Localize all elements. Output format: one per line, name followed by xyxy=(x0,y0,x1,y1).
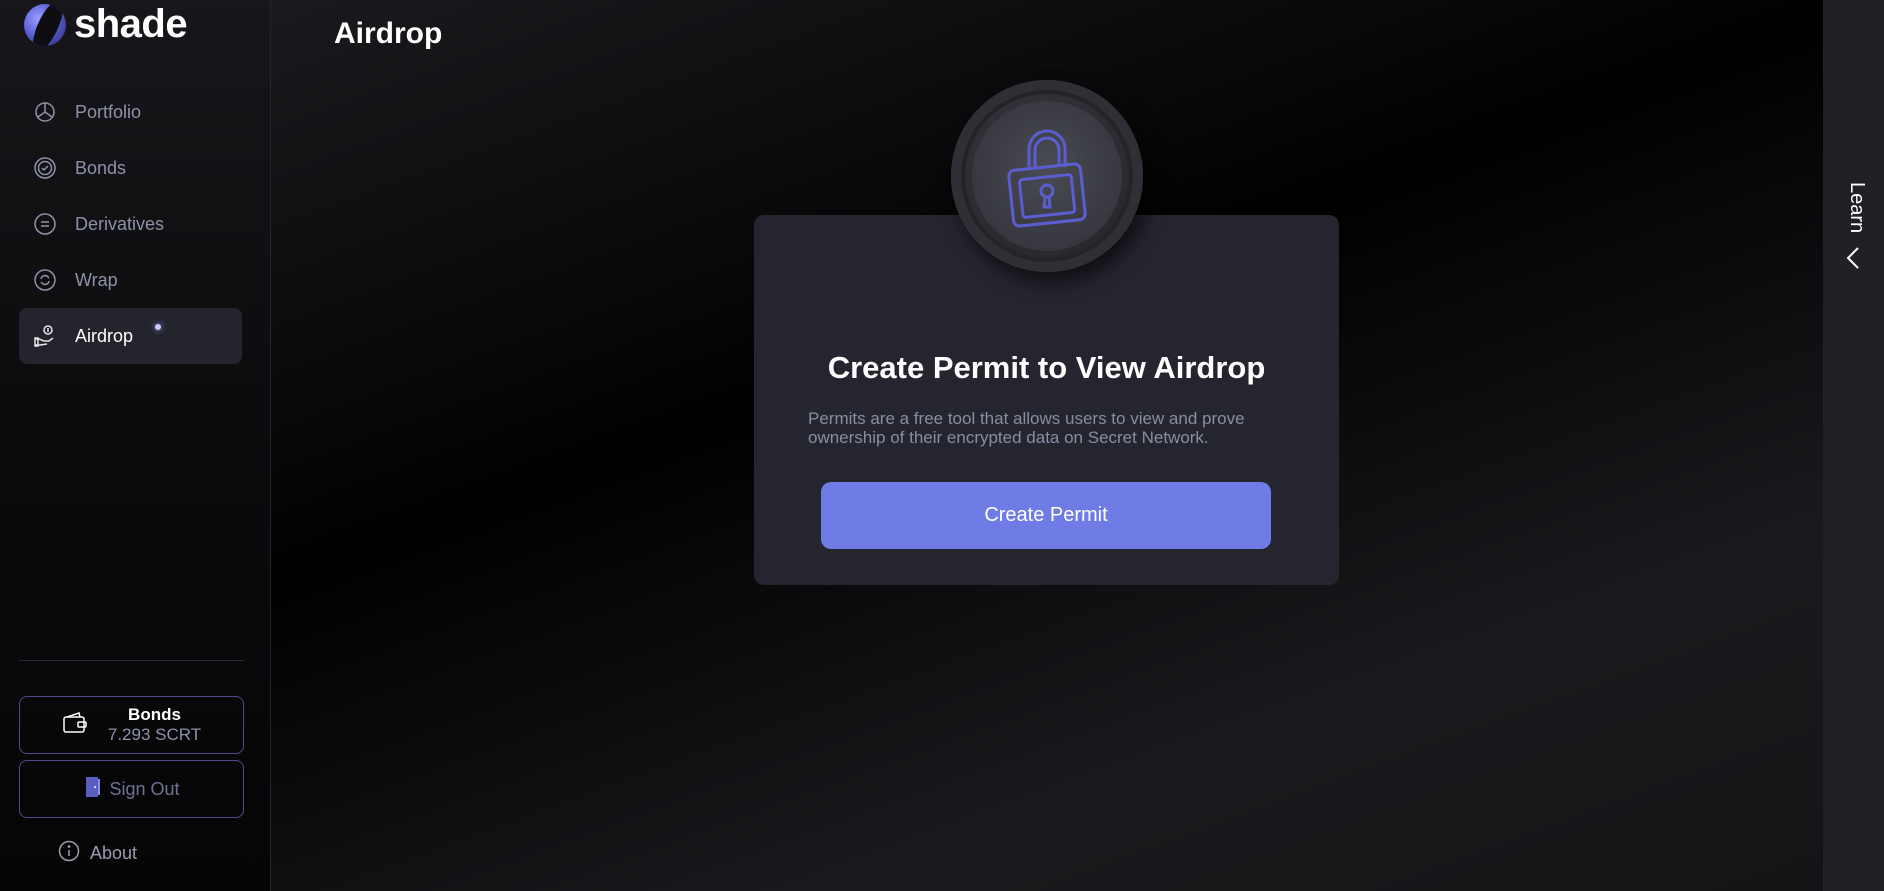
sidebar-item-label: Derivatives xyxy=(75,213,165,234)
sign-out-button[interactable]: Sign Out xyxy=(19,760,244,818)
sidebar-item-bonds[interactable]: Bonds xyxy=(19,140,242,196)
wallet-summary[interactable]: Bonds 7.293 SCRT xyxy=(19,696,244,754)
wallet-icon xyxy=(62,711,88,740)
sidebar: shade Portfolio Bonds Derivatives Wrap A… xyxy=(0,0,271,891)
sidebar-item-label: Bonds xyxy=(75,157,127,178)
door-exit-icon xyxy=(83,775,105,804)
active-indicator-dot xyxy=(155,324,162,330)
card-description: Permits are a free tool that allows user… xyxy=(808,409,1245,447)
sidebar-item-derivatives[interactable]: Derivatives xyxy=(19,196,242,252)
sidebar-divider xyxy=(19,660,244,661)
lock-coin xyxy=(951,80,1143,272)
wallet-info: Bonds 7.293 SCRT xyxy=(108,705,201,745)
wallet-title: Bonds xyxy=(128,705,181,724)
sidebar-item-label: Wrap xyxy=(75,269,118,290)
circle-equals-icon xyxy=(33,212,57,236)
shade-logo-icon xyxy=(24,3,66,46)
sidebar-item-label: Portfolio xyxy=(75,101,142,122)
sidebar-item-portfolio[interactable]: Portfolio xyxy=(19,84,242,140)
learn-label: Learn xyxy=(1846,182,1868,234)
app-root: shade Portfolio Bonds Derivatives Wrap A… xyxy=(0,0,1884,891)
pie-chart-icon xyxy=(33,100,57,124)
brand-logo[interactable]: shade xyxy=(24,2,188,47)
about-label: About xyxy=(90,843,138,863)
sidebar-nav: Portfolio Bonds Derivatives Wrap Airdrop xyxy=(19,84,242,364)
wallet-balance: 7.293 SCRT xyxy=(107,725,202,744)
hand-coin-icon xyxy=(33,324,57,348)
sidebar-item-wrap[interactable]: Wrap xyxy=(19,252,242,308)
refresh-icon xyxy=(33,268,57,292)
chevron-left-icon[interactable] xyxy=(1845,246,1861,275)
card-heading: Create Permit to View Airdrop xyxy=(827,350,1266,385)
brand-name: shade xyxy=(74,2,188,46)
sign-out-label: Sign Out xyxy=(109,778,180,799)
main-content: Airdrop Create Permit to View Airdrop Pe… xyxy=(271,0,1823,891)
sidebar-item-airdrop[interactable]: Airdrop xyxy=(19,308,242,364)
learn-panel[interactable]: Learn xyxy=(1823,0,1884,891)
lock-icon xyxy=(999,119,1095,234)
badge-check-icon xyxy=(33,156,57,180)
info-icon xyxy=(58,840,80,867)
sidebar-item-label: Airdrop xyxy=(75,325,134,346)
create-permit-button[interactable]: Create Permit xyxy=(821,482,1271,549)
about-link[interactable]: About xyxy=(58,840,137,867)
page-title: Airdrop xyxy=(334,17,443,50)
